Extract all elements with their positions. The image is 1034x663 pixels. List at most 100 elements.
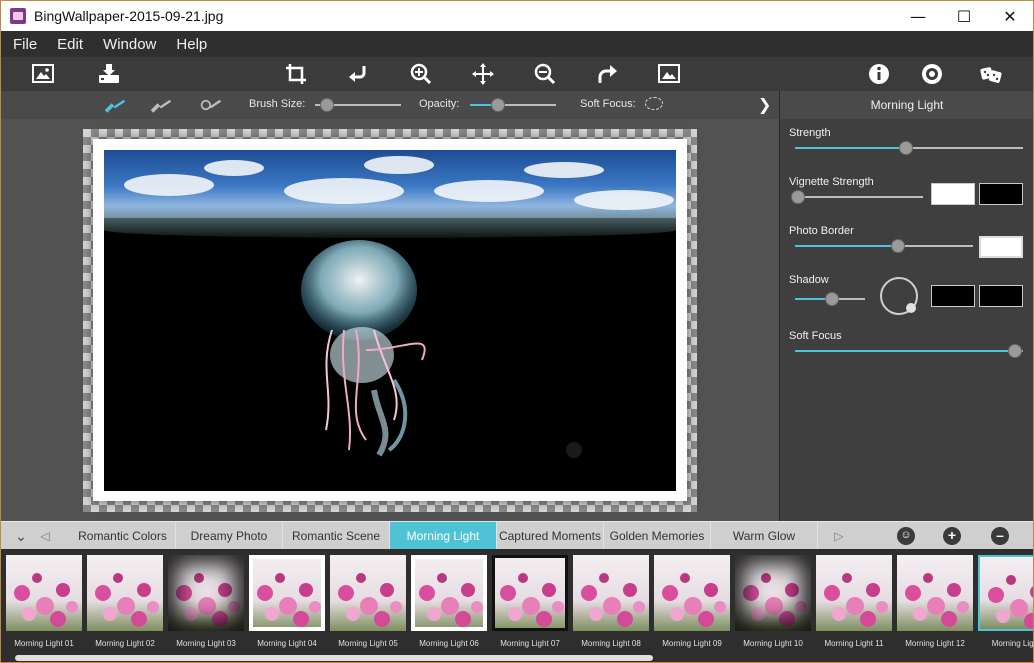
preset-thumbnail[interactable] [168, 555, 244, 631]
info-icon[interactable] [865, 60, 893, 88]
shadow-dial-handle[interactable] [906, 303, 916, 313]
strength-knob[interactable] [899, 141, 913, 155]
edited-photo[interactable] [104, 150, 676, 491]
photo-border-knob[interactable] [891, 239, 905, 253]
preset-thumbnail[interactable] [492, 555, 568, 631]
preset-thumbnail-label: Morning Light 11 [824, 639, 884, 648]
brush-erase-icon[interactable] [147, 91, 175, 119]
soft-focus-panel-label: Soft Focus [789, 330, 842, 342]
strength-fill [795, 147, 905, 149]
tab-romantic-scene[interactable]: Romantic Scene [283, 522, 390, 550]
collapse-chevron-icon[interactable]: ⌄ [11, 522, 31, 550]
zoom-in-icon[interactable] [407, 60, 435, 88]
brush-reset-icon[interactable] [197, 91, 225, 119]
minimize-button[interactable]: — [895, 1, 941, 31]
maximize-button[interactable]: ☐ [941, 1, 987, 31]
settings-icon[interactable] [918, 60, 946, 88]
tab-morning-light[interactable]: Morning Light [390, 522, 497, 550]
photo-border-label: Photo Border [789, 225, 854, 237]
soft-focus-knob[interactable] [1008, 344, 1022, 358]
fit-image-icon[interactable] [655, 60, 683, 88]
brush-paint-icon[interactable] [101, 91, 129, 119]
panel-toggle-arrow[interactable]: ❯ [758, 95, 771, 114]
preset-thumbnail-label: Morning Light 09 [662, 639, 722, 648]
vignette-color-1-swatch[interactable] [931, 183, 975, 205]
menu-help[interactable]: Help [176, 36, 207, 53]
photo-border-frame [93, 139, 687, 501]
window-controls: — ☐ ✕ [895, 1, 1033, 31]
panel-title: Morning Light [780, 91, 1033, 119]
jellyfish-illustration [301, 240, 582, 458]
crop-icon[interactable] [282, 60, 310, 88]
preset-thumbnail[interactable] [573, 555, 649, 631]
remove-filter-button[interactable]: – [991, 527, 1009, 545]
move-icon[interactable] [469, 60, 497, 88]
opacity-knob[interactable] [491, 98, 505, 112]
shadow-direction-dial[interactable] [880, 277, 918, 315]
shadow-color-1-swatch[interactable] [931, 285, 975, 307]
brush-size-knob[interactable] [320, 98, 334, 112]
soft-focus-fill [795, 350, 1023, 352]
menu-file[interactable]: File [13, 36, 37, 53]
preset-thumbnail-label: Morning Light 01 [14, 639, 74, 648]
menu-window[interactable]: Window [103, 36, 156, 53]
shadow-color-2-swatch[interactable] [979, 285, 1023, 307]
preset-thumbnail[interactable] [978, 555, 1033, 631]
preset-thumbnail[interactable] [816, 555, 892, 631]
tabs-next-arrow-icon[interactable]: ▷ [829, 522, 849, 550]
tab-captured-moments[interactable]: Captured Moments [497, 522, 604, 550]
preset-thumbnail-label: Morning Light 04 [257, 639, 317, 648]
preset-thumbnail-label: Morning Light [991, 639, 1034, 648]
tab-romantic-colors[interactable]: Romantic Colors [70, 522, 176, 550]
rotate-left-icon[interactable] [344, 60, 372, 88]
close-button[interactable]: ✕ [987, 1, 1033, 31]
tabs-prev-arrow-icon[interactable]: ◁ [35, 522, 55, 550]
preset-thumbnail[interactable] [654, 555, 730, 631]
tab-warm-glow[interactable]: Warm Glow [711, 522, 818, 550]
preset-thumbnail[interactable] [897, 555, 973, 631]
preset-thumbnail-label: Morning Light 05 [338, 639, 398, 648]
vignette-color-2-swatch[interactable] [979, 183, 1023, 205]
preset-thumbnail[interactable] [411, 555, 487, 631]
preset-thumbnail[interactable] [87, 555, 163, 631]
tab-golden-memories[interactable]: Golden Memories [604, 522, 711, 550]
preset-thumbnail[interactable] [330, 555, 406, 631]
preset-thumbnail[interactable] [6, 555, 82, 631]
preset-thumbnail-label: Morning Light 12 [905, 639, 965, 648]
strength-label: Strength [789, 127, 831, 139]
favorite-filter-icon[interactable]: ☺ [897, 527, 915, 545]
preset-thumbnail-strip: Morning Light 01 Morning Light 02 Morning … [1, 549, 1034, 662]
preset-thumbnail-label: Morning Light 08 [581, 639, 641, 648]
preset-thumbnail[interactable] [735, 555, 811, 631]
add-filter-button[interactable]: + [943, 527, 961, 545]
soft-focus-toggle[interactable] [645, 97, 663, 110]
filter-category-tabs: ⌄ ◁ Romantic Colors Dreamy Photo Romanti… [1, 521, 1033, 550]
photo-border-color-swatch[interactable] [979, 236, 1023, 258]
image-canvas[interactable] [1, 119, 779, 521]
soft-focus-label: Soft Focus: [580, 98, 636, 110]
title-bar: BingWallpaper-2015-09-21.jpg — ☐ ✕ [1, 1, 1033, 31]
menu-bar: File Edit Window Help [1, 31, 1033, 57]
open-image-icon[interactable] [29, 60, 57, 88]
zoom-out-icon[interactable] [531, 60, 559, 88]
vignette-track[interactable] [795, 196, 923, 198]
tab-dreamy-photo[interactable]: Dreamy Photo [176, 522, 283, 550]
random-dice-icon[interactable] [977, 60, 1005, 88]
shadow-knob[interactable] [825, 292, 839, 306]
toolbar [1, 57, 1033, 91]
brush-size-label: Brush Size: [249, 98, 306, 110]
effect-settings-panel: Morning Light Strength Vignette Strength… [779, 91, 1033, 521]
preset-thumbnail[interactable] [249, 555, 325, 631]
vignette-knob[interactable] [791, 190, 805, 204]
preset-thumbnail-label: Morning Light 02 [95, 639, 155, 648]
window-title: BingWallpaper-2015-09-21.jpg [34, 8, 224, 24]
app-window: BingWallpaper-2015-09-21.jpg — ☐ ✕ File … [0, 0, 1034, 663]
photo-border-fill [795, 245, 899, 247]
shadow-label: Shadow [789, 274, 829, 286]
strip-scrollbar-thumb[interactable] [15, 655, 653, 661]
preset-thumbnail-label: Morning Light 10 [743, 639, 803, 648]
save-icon[interactable] [95, 60, 123, 88]
menu-edit[interactable]: Edit [57, 36, 83, 53]
preset-thumbnail-label: Morning Light 07 [500, 639, 560, 648]
rotate-right-icon[interactable] [593, 60, 621, 88]
